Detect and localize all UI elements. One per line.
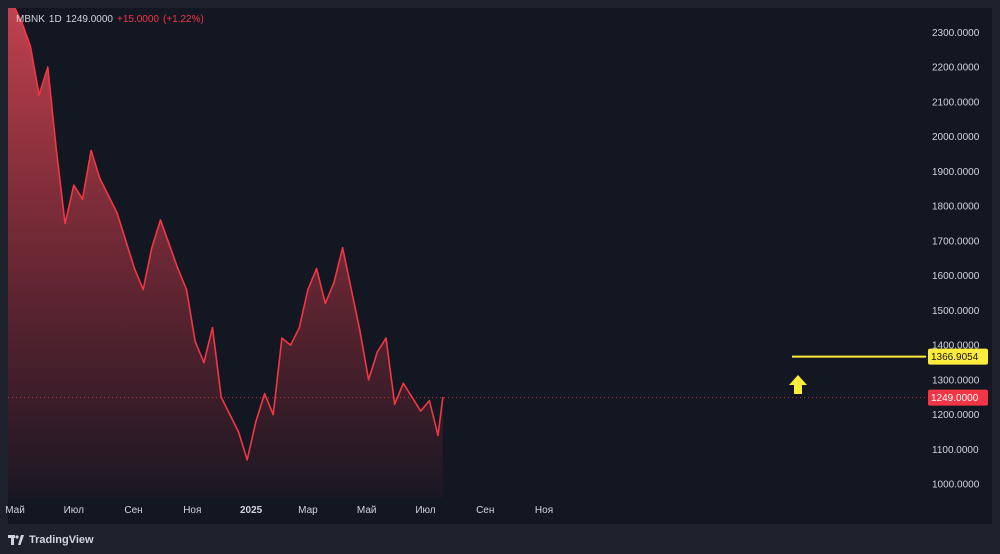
price-point-2024-06-04: [47, 66, 49, 68]
y-tick-label-2100.0000: 2100.0000: [932, 97, 980, 108]
price-point-2025-06-08: [402, 382, 405, 385]
price-point-2024-06-22: [64, 222, 66, 225]
price-point-2025-04-24: [359, 330, 361, 333]
y-tick-label-1500.0000: 1500.0000: [932, 306, 980, 317]
price-point-2024-08-24: [125, 240, 127, 242]
y-tick-label-1300.0000: 1300.0000: [932, 375, 980, 386]
y-tick-label-1100.0000: 1100.0000: [932, 445, 979, 456]
price-point-2025-06-26: [419, 410, 422, 412]
price-point-2024-07-19: [90, 149, 92, 152]
price-point-2025-03-01: [307, 288, 309, 291]
y-tick-label-1000.0000: 1000.0000: [932, 480, 980, 491]
price-point-2025-01-15: [263, 392, 266, 395]
tradingview-branding[interactable]: TradingView: [8, 534, 94, 546]
price-point-2024-07-01: [73, 184, 75, 186]
price-point-2025-07-19: [442, 396, 444, 399]
price-point-2025-05-21: [385, 337, 387, 339]
legend-last: 1249.0000: [65, 14, 113, 25]
price-point-2025-05-03: [367, 379, 370, 381]
price-point-2025-07-05: [428, 399, 431, 402]
x-tick-label-6: Май: [357, 505, 377, 516]
price-point-2024-12-28: [246, 459, 248, 461]
price-point-2024-08-15: [116, 212, 118, 214]
price-point-2024-11-22: [211, 326, 214, 329]
price-point-2024-09-02: [133, 267, 136, 270]
price-point-2025-04-06: [341, 247, 344, 249]
price-point-2024-12-19: [237, 431, 240, 433]
legend-change-pct: (+1.22%): [162, 14, 204, 25]
x-tick-label-3: Ноя: [183, 505, 201, 516]
y-tick-label-1800.0000: 1800.0000: [932, 202, 980, 213]
x-tick-label-2: Сен: [124, 505, 142, 516]
x-tick-label-1: Июл: [64, 505, 84, 516]
legend-symbol: MBNK: [16, 14, 45, 25]
x-tick-label-4: 2025: [240, 505, 263, 516]
price-point-2024-09-29: [159, 219, 162, 221]
price-point-2024-09-11: [142, 288, 144, 291]
y-tick-label-2300.0000: 2300.0000: [932, 28, 980, 39]
last-price-label: 1249.0000: [931, 393, 979, 404]
y-tick-label-2000.0000: 2000.0000: [932, 132, 980, 143]
price-point-2024-06-13: [55, 149, 58, 152]
y-tick-label-1900.0000: 1900.0000: [932, 167, 980, 178]
price-point-2025-05-12: [376, 351, 379, 353]
price-point-2024-12-10: [229, 413, 231, 416]
price-point-2024-08-06: [107, 194, 110, 197]
chart-svg[interactable]: 2300.0000 2200.0000 2100.0000 2000.0000 1900…: [0, 0, 1000, 554]
price-point-2025-01-06: [255, 420, 257, 423]
legend-change: +15.0000: [116, 14, 159, 25]
target-price-label: 1366.9054: [931, 352, 979, 363]
x-tick-label-9: Ноя: [535, 505, 553, 516]
price-point-2024-05-17: [29, 45, 32, 47]
price-point-2024-07-10: [81, 198, 84, 200]
legend: MBNK 1D 1249.0000 +15.0000 (+1.22%): [16, 14, 208, 25]
price-point-2025-05-30: [393, 403, 396, 406]
tradingview-logo-icon: [8, 535, 24, 545]
price-point-2025-02-20: [298, 326, 301, 329]
chart-frame: 2300.0000 2200.0000 2100.0000 2000.0000 1900…: [0, 0, 1000, 554]
price-point-2024-09-20: [151, 247, 153, 249]
price-point-2025-02-02: [281, 337, 283, 339]
price-point-2024-07-28: [99, 177, 101, 180]
price-point-2025-07-14: [437, 434, 439, 437]
price-point-2024-11-04: [194, 340, 196, 343]
x-tick-label-0: Май: [5, 505, 25, 516]
x-tick-label-7: Июл: [415, 505, 435, 516]
y-tick-label-1600.0000: 1600.0000: [932, 271, 980, 282]
price-point-2025-03-19: [324, 302, 327, 305]
price-point-2025-03-28: [333, 281, 335, 284]
price-point-2024-11-13: [203, 361, 205, 364]
price-point-2024-10-17: [177, 267, 179, 270]
y-tick-label-2200.0000: 2200.0000: [932, 63, 980, 74]
y-tick-label-1700.0000: 1700.0000: [932, 236, 980, 247]
price-point-2024-10-26: [185, 288, 188, 291]
price-point-2024-04-29: [12, 4, 14, 6]
branding-name: TradingView: [29, 534, 94, 546]
price-point-2025-04-15: [350, 288, 353, 291]
price-point-2025-01-24: [272, 413, 275, 416]
legend-interval: 1D: [48, 14, 62, 25]
price-point-2025-03-10: [315, 267, 318, 270]
price-point-2025-02-11: [289, 344, 292, 346]
y-tick-label-1200.0000: 1200.0000: [932, 410, 980, 421]
price-point-2024-10-08: [168, 243, 170, 246]
x-tick-label-8: Сен: [476, 505, 494, 516]
x-tick-label-5: Мар: [298, 505, 318, 516]
price-point-2024-05-26: [38, 94, 40, 96]
